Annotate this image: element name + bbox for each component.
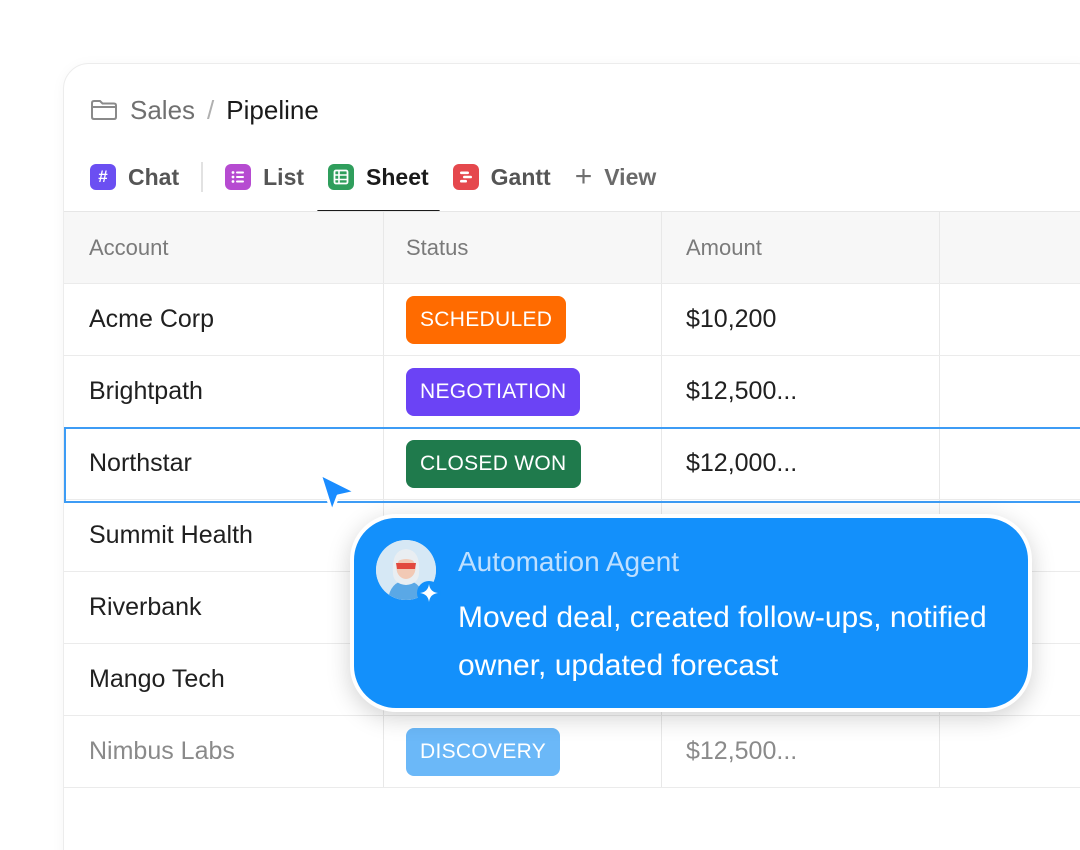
tab-label: View xyxy=(604,163,657,190)
empty-cell[interactable] xyxy=(940,716,1080,787)
table-header-row: Account Status Amount xyxy=(64,212,1080,284)
breadcrumb-current: Pipeline xyxy=(226,94,319,125)
sheet-card: Sales / Pipeline # Chat List Sheet Gantt… xyxy=(63,63,1080,850)
tab-chat[interactable]: # Chat xyxy=(90,158,179,196)
status-badge: NEGOTIATION xyxy=(406,367,581,416)
account-cell[interactable]: Mango Tech xyxy=(64,644,384,715)
agent-name: Automation Agent xyxy=(458,546,680,577)
empty-cell[interactable] xyxy=(940,428,1080,499)
status-cell[interactable]: CLOSED WON xyxy=(384,428,662,499)
tab-list[interactable]: List xyxy=(225,158,304,196)
status-badge: SCHEDULED xyxy=(406,295,567,344)
tab-label: Sheet xyxy=(366,163,429,190)
tab-divider xyxy=(201,162,204,192)
empty-cell[interactable] xyxy=(940,356,1080,427)
add-view-button[interactable]: + View xyxy=(575,158,657,196)
table-row[interactable]: Nimbus Labs DISCOVERY $12,500... xyxy=(64,716,1080,788)
pointer-cursor-icon xyxy=(318,472,358,514)
plus-icon: + xyxy=(574,160,593,193)
tab-sheet[interactable]: Sheet xyxy=(317,158,440,213)
table-row[interactable]: Acme Corp SCHEDULED $10,200 xyxy=(64,284,1080,356)
account-cell[interactable]: Acme Corp xyxy=(64,284,384,355)
sparkle-icon xyxy=(417,581,441,605)
breadcrumb-parent[interactable]: Sales xyxy=(130,95,195,126)
column-header-amount[interactable]: Amount xyxy=(662,212,940,283)
status-badge: DISCOVERY xyxy=(406,727,561,776)
account-cell[interactable]: Riverbank xyxy=(64,572,384,643)
account-cell[interactable]: Brightpath xyxy=(64,356,384,427)
empty-cell[interactable] xyxy=(940,284,1080,355)
tab-label: List xyxy=(263,163,305,190)
status-cell[interactable]: NEGOTIATION xyxy=(384,356,662,427)
column-header-status[interactable]: Status xyxy=(384,212,662,283)
amount-cell[interactable]: $12,500... xyxy=(662,716,940,787)
amount-cell[interactable]: $12,500... xyxy=(662,356,940,427)
folder-icon xyxy=(91,100,117,120)
table-row-selected[interactable]: Northstar CLOSED WON $12,000... xyxy=(64,427,1080,503)
agent-message: Moved deal, created follow-ups, notified… xyxy=(458,601,987,682)
tab-label: Chat xyxy=(128,163,180,190)
tab-label: Gantt xyxy=(490,163,551,190)
hash-icon: # xyxy=(90,164,116,190)
list-icon xyxy=(225,164,252,190)
amount-cell[interactable]: $12,000... xyxy=(662,428,940,499)
status-badge: CLOSED WON xyxy=(406,439,581,488)
column-header-empty xyxy=(940,212,1080,283)
agent-activity-card[interactable]: Automation Agent Moved deal, created fol… xyxy=(350,514,1032,712)
table-icon xyxy=(328,164,355,190)
breadcrumb-separator: / xyxy=(207,94,215,125)
gantt-icon xyxy=(452,164,479,190)
account-cell[interactable]: Nimbus Labs xyxy=(64,716,384,787)
amount-cell[interactable]: $10,200 xyxy=(662,284,940,355)
tab-gantt[interactable]: Gantt xyxy=(452,158,551,196)
view-tabs: # Chat List Sheet Gantt + View xyxy=(90,158,657,213)
status-cell[interactable]: SCHEDULED xyxy=(384,284,662,355)
status-cell[interactable]: DISCOVERY xyxy=(384,716,662,787)
breadcrumb: Sales / Pipeline xyxy=(90,94,319,126)
table-row[interactable]: Brightpath NEGOTIATION $12,500... xyxy=(64,356,1080,428)
column-header-account[interactable]: Account xyxy=(64,212,384,283)
